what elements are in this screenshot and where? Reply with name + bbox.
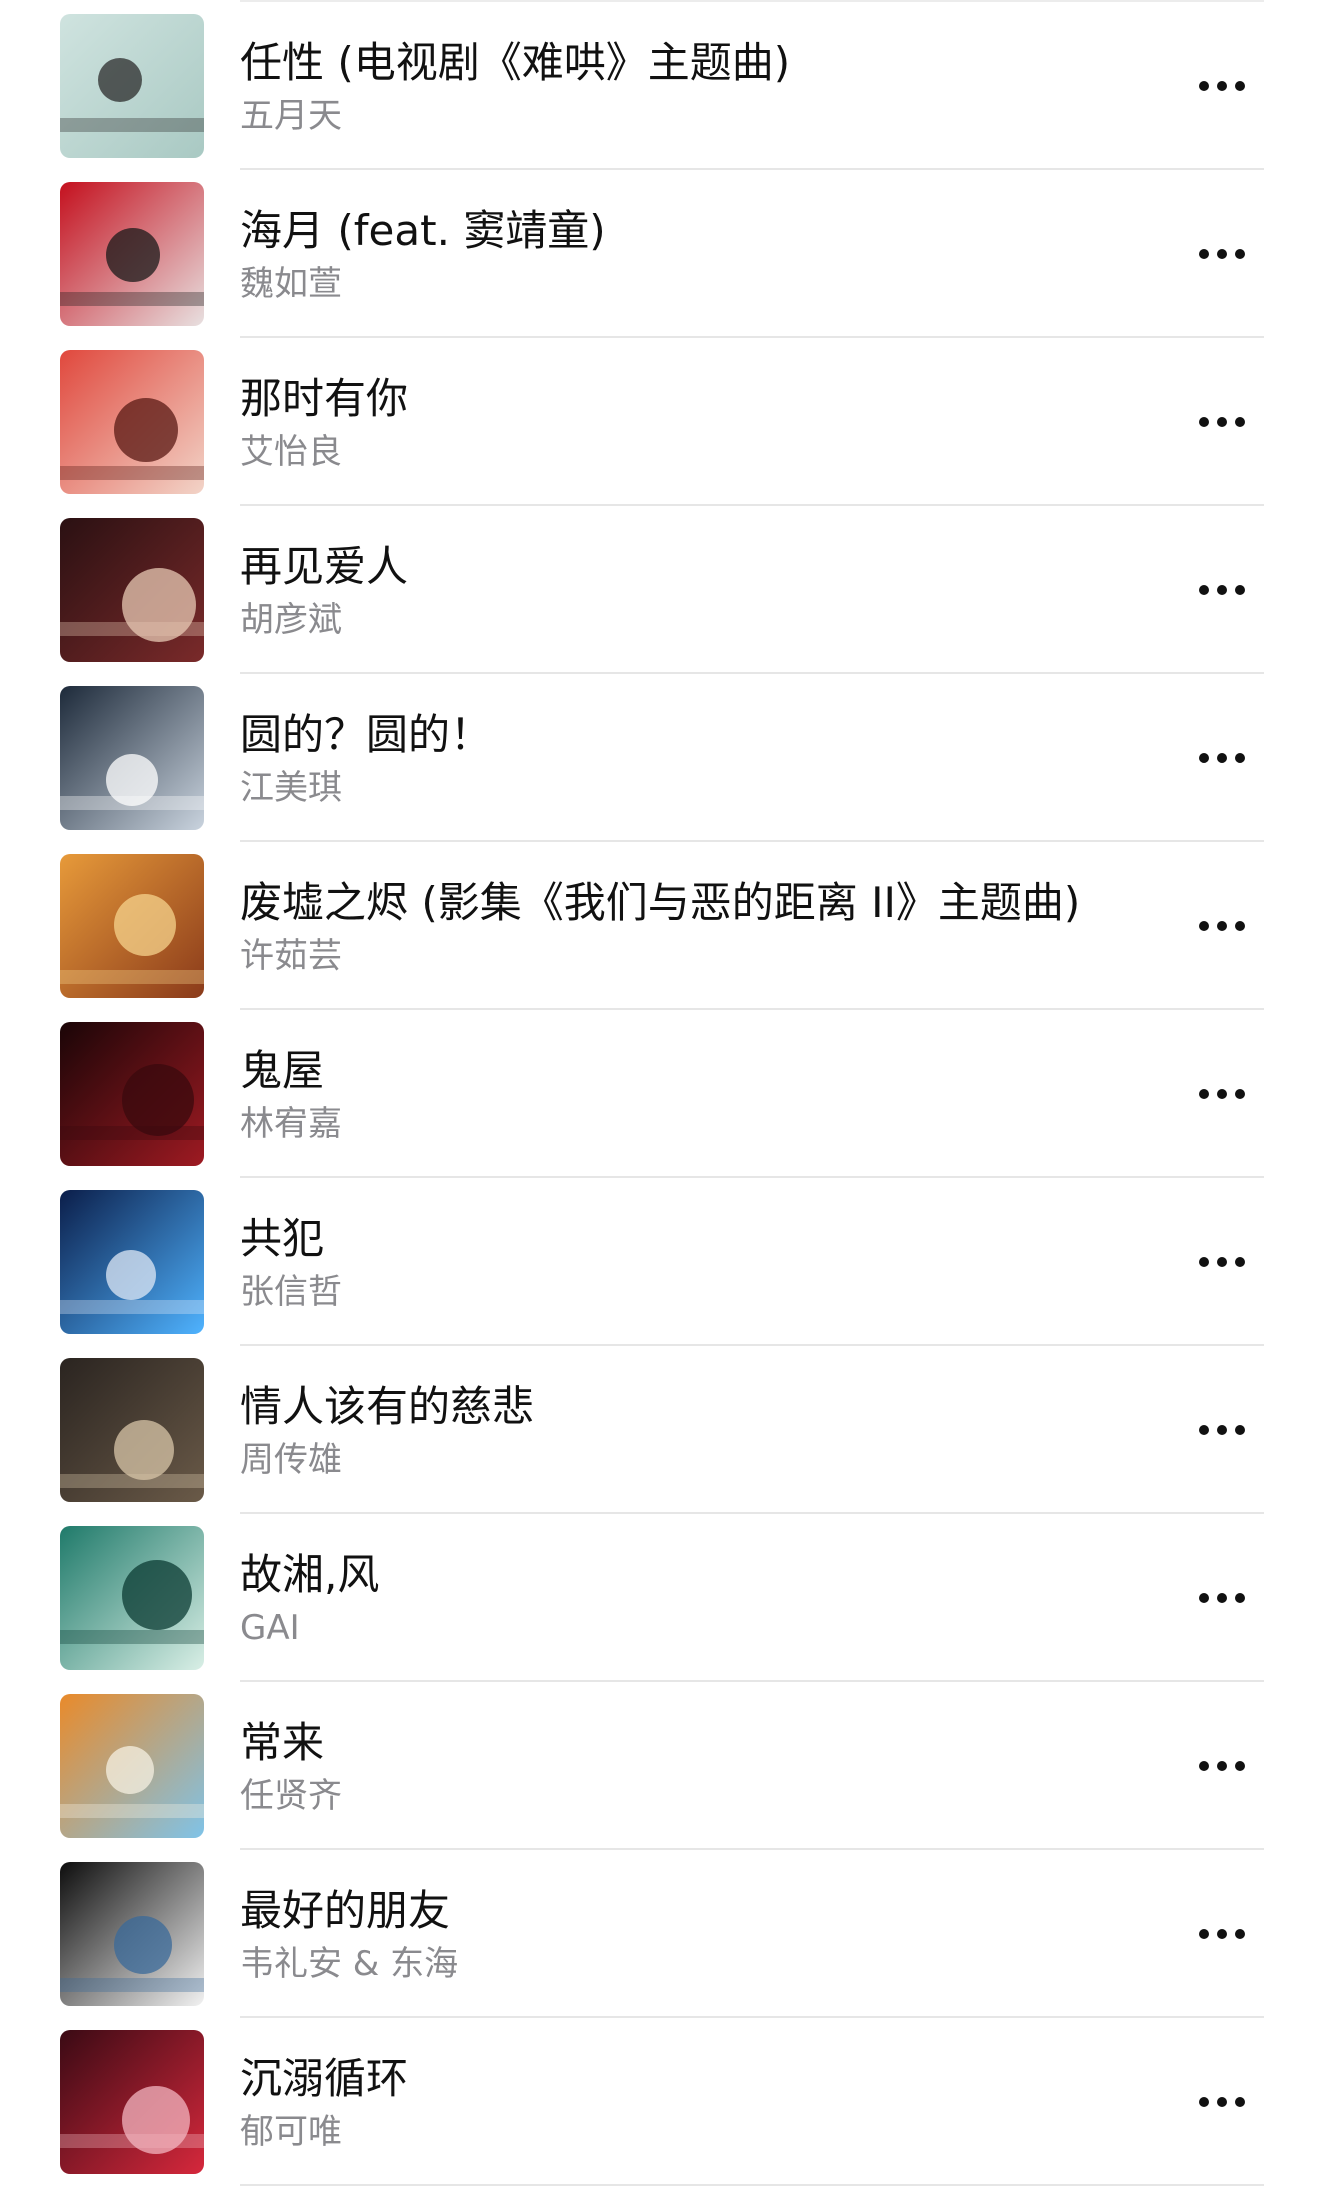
- song-title: 常来: [240, 1718, 325, 1767]
- song-artist: 五月天: [240, 96, 342, 136]
- more-options-button[interactable]: [1190, 906, 1254, 946]
- song-row[interactable]: 任性 (电视剧《难哄》主题曲) 五月天: [0, 2, 1320, 170]
- album-cover-icon: [60, 1190, 204, 1334]
- ellipsis-icon: [1199, 1761, 1245, 1771]
- album-cover-icon: [60, 14, 204, 158]
- song-title: 海月 (feat. 窦靖童): [240, 206, 606, 255]
- more-options-button[interactable]: [1190, 66, 1254, 106]
- song-row[interactable]: 再见爱人 胡彦斌: [0, 506, 1320, 674]
- song-row[interactable]: 沉溺循环 郁可唯: [0, 2018, 1320, 2186]
- album-cover[interactable]: [60, 1022, 204, 1166]
- ellipsis-icon: [1199, 417, 1245, 427]
- more-options-button[interactable]: [1190, 738, 1254, 778]
- album-cover-icon: [60, 1694, 204, 1838]
- song-artist: 艾怡良: [240, 432, 342, 472]
- song-title: 那时有你: [240, 374, 409, 423]
- song-row[interactable]: 情人该有的慈悲周传雄: [0, 1346, 1320, 1514]
- album-cover-icon: [60, 1358, 204, 1502]
- ellipsis-icon: [1199, 1089, 1245, 1099]
- ellipsis-icon: [1199, 249, 1245, 259]
- more-options-button[interactable]: [1190, 1410, 1254, 1450]
- song-artist: 林宥嘉: [240, 1104, 342, 1144]
- album-cover[interactable]: [60, 854, 204, 998]
- song-title: 故湘,风: [240, 1550, 380, 1599]
- more-options-button[interactable]: [1190, 1074, 1254, 1114]
- song-row[interactable]: 故湘,风 GAI: [0, 1514, 1320, 1682]
- song-artist: 任贤齐: [240, 1776, 342, 1816]
- song-title: 再见爱人: [240, 542, 409, 591]
- more-options-button[interactable]: [1190, 1746, 1254, 1786]
- song-artist: 周传雄: [240, 1440, 342, 1480]
- song-artist: GAI: [240, 1608, 300, 1648]
- ellipsis-icon: [1199, 1929, 1245, 1939]
- ellipsis-icon: [1199, 921, 1245, 931]
- more-options-button[interactable]: [1190, 402, 1254, 442]
- ellipsis-icon: [1199, 1257, 1245, 1267]
- album-cover[interactable]: [60, 518, 204, 662]
- more-options-button[interactable]: [1190, 2082, 1254, 2122]
- album-cover-icon: [60, 854, 204, 998]
- album-cover[interactable]: [60, 1526, 204, 1670]
- song-artist: 许茹芸: [240, 936, 342, 976]
- album-cover[interactable]: [60, 1190, 204, 1334]
- song-row[interactable]: 废墟之烬 (影集《我们与恶的距离 II》主题曲) 许茹芸: [0, 842, 1320, 1010]
- album-cover-icon: [60, 1526, 204, 1670]
- album-cover-icon: [60, 686, 204, 830]
- ellipsis-icon: [1199, 2097, 1245, 2107]
- more-options-button[interactable]: [1190, 1242, 1254, 1282]
- song-title: 任性 (电视剧《难哄》主题曲): [240, 38, 791, 87]
- ellipsis-icon: [1199, 1425, 1245, 1435]
- song-row[interactable]: 鬼屋 林宥嘉: [0, 1010, 1320, 1178]
- album-cover-icon: [60, 1022, 204, 1166]
- song-row[interactable]: 圆的？圆的！ 江美琪: [0, 674, 1320, 842]
- album-cover[interactable]: [60, 350, 204, 494]
- album-cover[interactable]: [60, 2030, 204, 2174]
- song-artist: 魏如萱: [240, 264, 342, 304]
- song-title: 共犯: [240, 1214, 325, 1263]
- more-options-button[interactable]: [1190, 570, 1254, 610]
- song-title: 沉溺循环: [240, 2054, 409, 2103]
- album-cover-icon: [60, 2030, 204, 2174]
- song-artist: 江美琪: [240, 768, 342, 808]
- song-title: 最好的朋友: [240, 1886, 451, 1935]
- album-cover-icon: [60, 182, 204, 326]
- album-cover[interactable]: [60, 686, 204, 830]
- album-cover[interactable]: [60, 1358, 204, 1502]
- song-artist: 胡彦斌: [240, 600, 342, 640]
- more-options-button[interactable]: [1190, 1578, 1254, 1618]
- album-cover[interactable]: [60, 1694, 204, 1838]
- song-title: 情人该有的慈悲: [240, 1382, 535, 1431]
- song-row[interactable]: 那时有你 艾怡良: [0, 338, 1320, 506]
- album-cover-icon: [60, 518, 204, 662]
- song-row[interactable]: 常来 任贤齐: [0, 1682, 1320, 1850]
- song-title: 鬼屋: [240, 1046, 325, 1095]
- song-artist: 韦礼安 & 东海: [240, 1944, 459, 1984]
- row-divider: [240, 2184, 1264, 2186]
- album-cover[interactable]: [60, 182, 204, 326]
- album-cover[interactable]: [60, 1862, 204, 2006]
- album-cover-icon: [60, 1862, 204, 2006]
- more-options-button[interactable]: [1190, 1914, 1254, 1954]
- song-row[interactable]: 共犯 张信哲: [0, 1178, 1320, 1346]
- ellipsis-icon: [1199, 585, 1245, 595]
- song-artist: 郁可唯: [240, 2112, 342, 2152]
- song-artist: 张信哲: [240, 1272, 342, 1312]
- ellipsis-icon: [1199, 1593, 1245, 1603]
- album-cover[interactable]: [60, 14, 204, 158]
- more-options-button[interactable]: [1190, 234, 1254, 274]
- ellipsis-icon: [1199, 753, 1245, 763]
- song-title: 圆的？圆的！: [240, 710, 493, 759]
- album-cover-icon: [60, 350, 204, 494]
- song-row[interactable]: 海月 (feat. 窦靖童) 魏如萱: [0, 170, 1320, 338]
- song-title: 废墟之烬 (影集《我们与恶的距离 II》主题曲): [240, 878, 1081, 927]
- song-row[interactable]: 最好的朋友韦礼安 & 东海: [0, 1850, 1320, 2018]
- ellipsis-icon: [1199, 81, 1245, 91]
